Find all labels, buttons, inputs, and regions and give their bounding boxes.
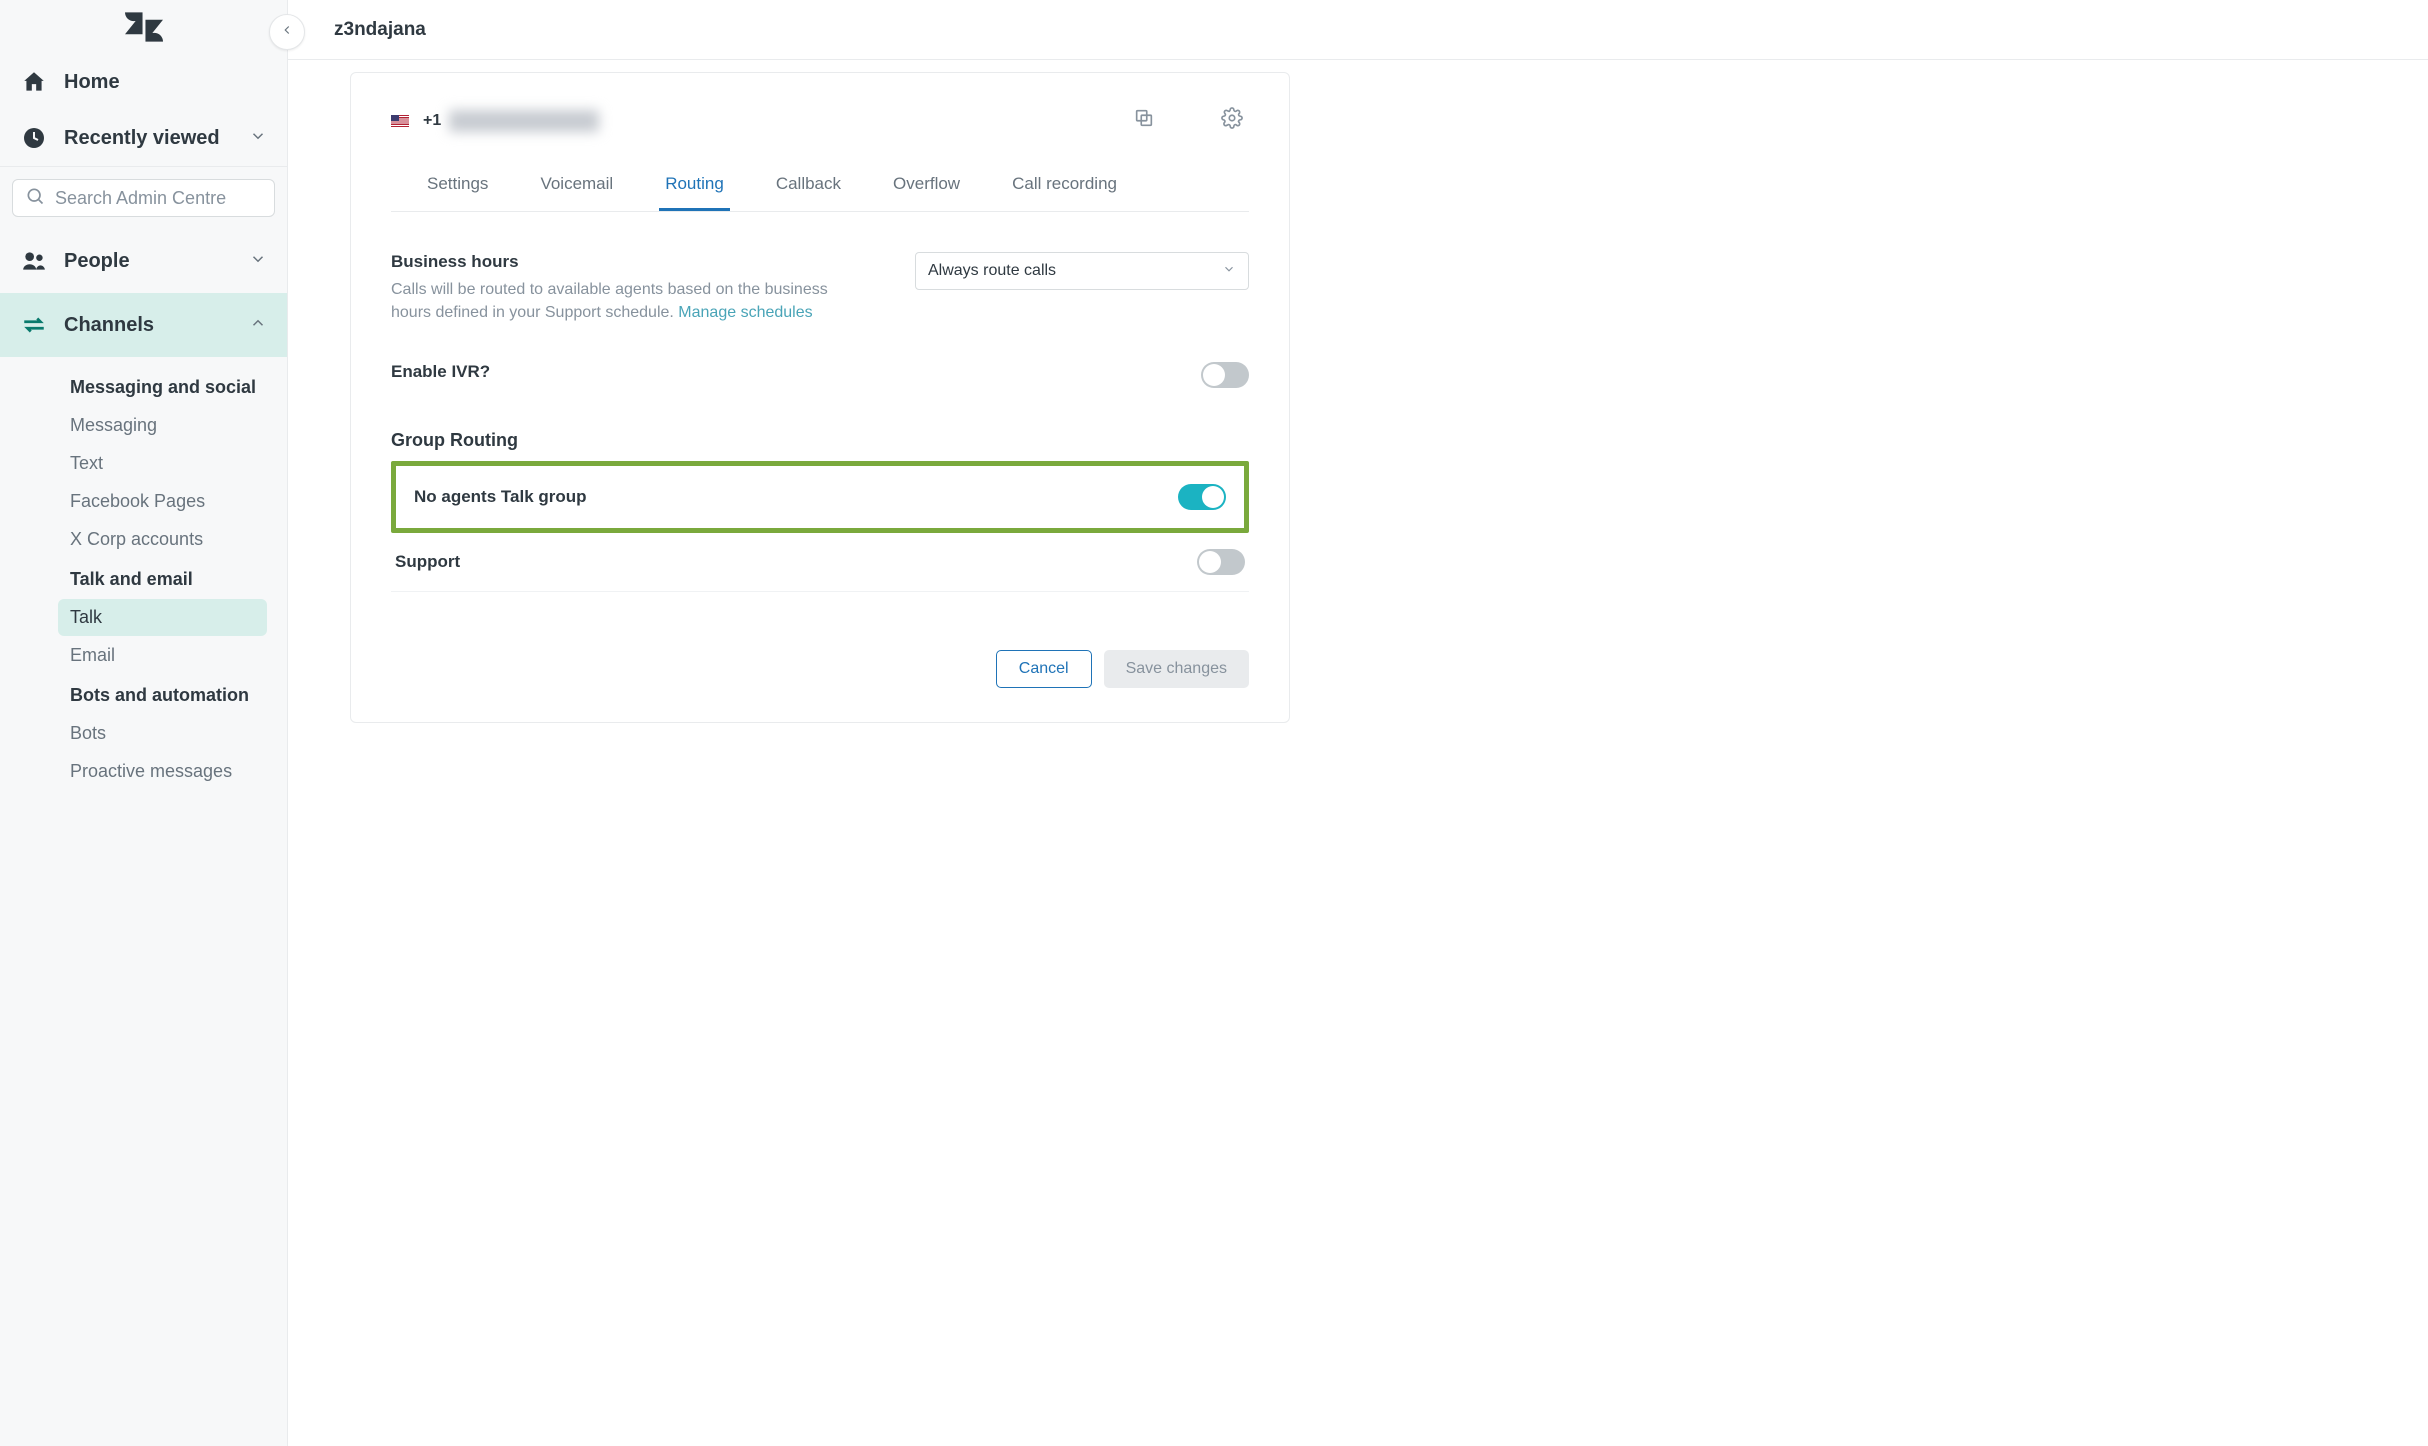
search-icon (25, 186, 45, 211)
section-people[interactable]: People (0, 229, 287, 293)
gear-icon[interactable] (1215, 101, 1249, 140)
nav-recent-label: Recently viewed (64, 127, 233, 150)
sidebar-collapse-button[interactable] (269, 14, 305, 50)
home-icon (20, 68, 48, 96)
chevron-left-icon (280, 23, 294, 42)
sub-messaging[interactable]: Messaging (58, 407, 267, 444)
phone-number-redacted (449, 110, 599, 132)
group-routing-heading: Group Routing (391, 400, 1249, 461)
people-icon (20, 247, 48, 275)
save-button[interactable]: Save changes (1104, 650, 1249, 688)
phone-prefix: +1 (423, 112, 441, 130)
channels-icon (20, 311, 48, 339)
footer-actions: Cancel Save changes (391, 592, 1249, 688)
row-enable-ivr: Enable IVR? (391, 336, 1249, 400)
sidebar: Home Recently viewed People (0, 0, 288, 1446)
sub-heading-messaging: Messaging and social (58, 367, 287, 406)
enable-ivr-title: Enable IVR? (391, 362, 869, 382)
chevron-up-icon (249, 314, 267, 337)
us-flag-icon (391, 115, 409, 127)
breadcrumb: z3ndajana (334, 19, 426, 41)
section-channels[interactable]: Channels (0, 293, 287, 357)
tab-callback[interactable]: Callback (770, 160, 847, 211)
manage-schedules-link[interactable]: Manage schedules (678, 304, 812, 321)
chevron-down-icon (249, 127, 267, 150)
sub-email[interactable]: Email (58, 637, 267, 674)
line-header: +1 (391, 101, 1249, 140)
nav-home[interactable]: Home (0, 54, 287, 110)
zendesk-logo (0, 0, 287, 50)
sub-bots[interactable]: Bots (58, 715, 267, 752)
group-row-support: Support (391, 533, 1249, 592)
group-toggle-support[interactable] (1197, 549, 1245, 575)
group-row-no-agents: No agents Talk group (391, 461, 1249, 533)
search-input[interactable] (55, 188, 262, 209)
business-hours-title: Business hours (391, 252, 869, 272)
route-calls-select[interactable]: Always route calls (915, 252, 1249, 290)
group-toggle-no-agents[interactable] (1178, 484, 1226, 510)
tab-settings[interactable]: Settings (421, 160, 494, 211)
select-value: Always route calls (928, 262, 1056, 280)
sub-xcorp[interactable]: X Corp accounts (58, 521, 267, 558)
line-card: +1 Settings Voicemail Routing Callback O… (350, 72, 1290, 723)
topbar: z3ndajana (288, 0, 2428, 60)
tabs: Settings Voicemail Routing Callback Over… (391, 160, 1249, 212)
divider (0, 166, 287, 167)
row-business-hours: Business hours Calls will be routed to a… (391, 240, 1249, 336)
tab-recording[interactable]: Call recording (1006, 160, 1123, 211)
channels-subtree: Messaging and social Messaging Text Face… (0, 357, 287, 811)
clock-icon (20, 124, 48, 152)
sub-heading-bots: Bots and automation (58, 675, 287, 714)
sub-text[interactable]: Text (58, 445, 267, 482)
business-hours-desc: Calls will be routed to available agents… (391, 278, 869, 324)
cancel-button[interactable]: Cancel (996, 650, 1092, 688)
search-input-wrap[interactable] (12, 179, 275, 217)
group-label-no-agents: No agents Talk group (414, 487, 587, 507)
enable-ivr-toggle[interactable] (1201, 362, 1249, 388)
sub-facebook[interactable]: Facebook Pages (58, 483, 267, 520)
tab-routing[interactable]: Routing (659, 160, 730, 211)
sub-proactive[interactable]: Proactive messages (58, 753, 267, 790)
section-people-label: People (64, 250, 233, 273)
copy-icon[interactable] (1127, 101, 1161, 140)
primary-nav: Home Recently viewed (0, 50, 287, 166)
content-area: +1 Settings Voicemail Routing Callback O… (288, 60, 2428, 1446)
chevron-down-icon (249, 250, 267, 273)
tab-voicemail[interactable]: Voicemail (534, 160, 619, 211)
sub-talk[interactable]: Talk (58, 599, 267, 636)
chevron-down-icon (1222, 262, 1236, 281)
nav-home-label: Home (64, 71, 267, 94)
tab-overflow[interactable]: Overflow (887, 160, 966, 211)
sub-heading-talk: Talk and email (58, 559, 287, 598)
group-label-support: Support (395, 552, 460, 572)
main: z3ndajana +1 Settings Voicemail Routing (288, 0, 2428, 1446)
section-channels-label: Channels (64, 314, 233, 337)
nav-recently-viewed[interactable]: Recently viewed (0, 110, 287, 166)
